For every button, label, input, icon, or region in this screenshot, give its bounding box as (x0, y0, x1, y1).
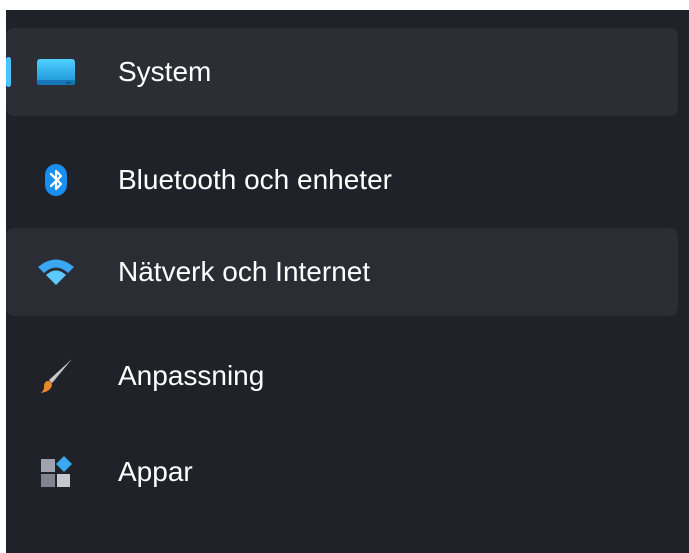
sidebar-item-label: Appar (118, 456, 193, 487)
sidebar-item-bluetooth[interactable]: Bluetooth och enheter (6, 136, 678, 224)
selection-indicator (6, 57, 11, 87)
sidebar-item-label: Nätverk och Internet (118, 256, 371, 287)
wifi-icon (36, 252, 76, 292)
sidebar-item-label: System (118, 56, 212, 87)
sidebar-item-personalization[interactable]: Anpassning (6, 332, 678, 420)
sidebar-item-system[interactable]: System (6, 28, 678, 116)
sidebar-item-label: Bluetooth och enheter (118, 164, 392, 195)
sidebar-item-label: Anpassning (118, 360, 265, 391)
sidebar-item-network[interactable]: Nätverk och Internet (6, 228, 678, 316)
apps-icon (36, 452, 76, 492)
paintbrush-icon (36, 356, 76, 396)
monitor-icon (36, 52, 76, 92)
sidebar-item-apps[interactable]: Appar (6, 428, 678, 516)
settings-sidebar: System Bluetooth och enheter Nätverk och… (6, 10, 689, 553)
bluetooth-icon (36, 160, 76, 200)
